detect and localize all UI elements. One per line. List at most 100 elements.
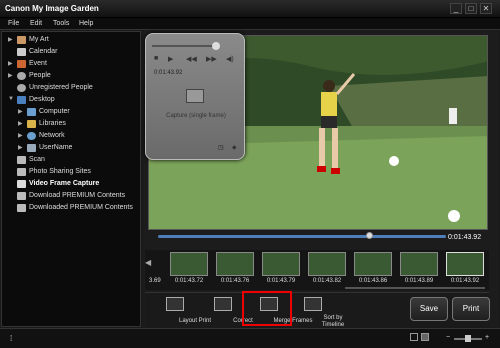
collapse-icon[interactable]: ▼ (8, 96, 14, 102)
view-mode-icon[interactable] (410, 333, 418, 341)
expand-icon[interactable]: ▶ (8, 36, 13, 43)
thumbnail[interactable] (216, 252, 254, 276)
thumbnail-time: 0:01:43.92 (450, 278, 480, 284)
thumbnail-time: 0:01:43.89 (404, 278, 434, 284)
filmstrip-scrollbar[interactable] (345, 287, 485, 289)
capture-panel: ■ ▶ ◀◀ ▶▶ ◀) 0:01:43.92 Capture (single … (145, 33, 245, 160)
sidebar-item-network[interactable]: ▶ Network (2, 131, 140, 142)
sidebar-item-people[interactable]: ▶ People (2, 71, 140, 82)
sidebar-item-label: Network (39, 132, 65, 139)
status-bar: ⁞ − + (0, 328, 500, 348)
sidebar-item-video-frame-capture[interactable]: Video Frame Capture (2, 179, 140, 190)
downloaded-icon (17, 204, 26, 212)
sidebar-item-label: People (29, 72, 51, 79)
network-icon (27, 132, 36, 140)
sidebar-item-label: Scan (29, 156, 45, 163)
sidebar-item-label: Calendar (29, 48, 58, 55)
sidebar-item-unregistered-people[interactable]: Unregistered People (2, 83, 140, 94)
sidebar-item-libraries[interactable]: ▶ Libraries (2, 119, 140, 130)
capture-camera-icon[interactable] (186, 89, 204, 103)
zoom-in-icon[interactable]: + (485, 334, 489, 341)
volume-icon[interactable]: ◀) (226, 55, 234, 63)
menu-tools[interactable]: Tools (53, 20, 69, 27)
partial-thumb-time: 3.69 (149, 278, 161, 284)
timeline-scrub-bar[interactable] (158, 235, 446, 238)
menu-bar: File Edit Tools Help (0, 18, 500, 30)
thumbnail-time: 0:01:43.82 (312, 278, 342, 284)
thumbnail[interactable] (170, 252, 208, 276)
view-grid-icon[interactable] (421, 333, 429, 341)
thumbnail-time: 0:01:43.86 (358, 278, 388, 284)
sidebar-item-download-premium[interactable]: Download PREMIUM Contents (2, 191, 140, 202)
panel-seek-track[interactable] (152, 45, 218, 47)
download-icon (17, 192, 26, 200)
scroll-left-icon[interactable]: ◀ (145, 258, 151, 267)
panel-close-icon[interactable]: ◈ (232, 144, 237, 151)
sidebar-item-computer[interactable]: ▶ Computer (2, 107, 140, 118)
my-art-icon (17, 36, 26, 44)
sidebar-item-label: UserName (39, 144, 73, 151)
sidebar-item-label: Video Frame Capture (29, 180, 100, 187)
menu-edit[interactable]: Edit (30, 20, 42, 27)
zoom-out-icon[interactable]: − (446, 334, 450, 341)
thumbnail[interactable] (354, 252, 392, 276)
save-button[interactable]: Save (410, 297, 448, 321)
sidebar-item-username[interactable]: ▶ UserName (2, 143, 140, 154)
window-title: Canon My Image Garden (5, 4, 99, 13)
minimize-button[interactable]: _ (450, 3, 462, 14)
thumbnail-time: 0:01:43.76 (220, 278, 250, 284)
sidebar-item-label: Unregistered People (29, 84, 93, 91)
panel-seek-knob[interactable] (212, 42, 220, 50)
computer-icon (27, 108, 36, 116)
info-icon[interactable]: ⁞ (10, 334, 12, 343)
thumbnail-time: 0:01:43.79 (266, 278, 296, 284)
layout-print-button[interactable]: Layout Print (155, 293, 211, 329)
correct-icon (214, 297, 232, 311)
close-button[interactable]: ✕ (480, 3, 492, 14)
menu-file[interactable]: File (8, 20, 19, 27)
timeline-scrub-knob[interactable] (366, 232, 373, 239)
expand-icon[interactable]: ▶ (18, 132, 23, 139)
expand-icon[interactable]: ▶ (18, 120, 23, 127)
sidebar-item-calendar[interactable]: Calendar (2, 47, 140, 58)
sort-by-timeline-button[interactable]: Sort by Timeline (293, 293, 344, 329)
expand-icon[interactable]: ▶ (18, 108, 23, 115)
correct-button[interactable]: Correct (203, 293, 253, 329)
current-time: 0:01:43.92 (448, 234, 482, 241)
panel-option-icon[interactable]: ◳ (218, 144, 224, 151)
filmstrip: ◀ 3.69 0:01:43.72 0:01:43.76 0:01:43.79 … (145, 250, 489, 290)
restore-button[interactable]: □ (465, 3, 477, 14)
sidebar-item-label: Downloaded PREMIUM Contents (29, 204, 133, 211)
panel-time: 0:01:43.92 (154, 70, 183, 76)
sidebar: ▶ My Art Calendar ▶ Event ▶ People Unreg… (1, 31, 141, 327)
sidebar-item-my-art[interactable]: ▶ My Art (2, 35, 140, 46)
play-icon[interactable]: ▶ (168, 55, 173, 63)
thumbnail[interactable] (308, 252, 346, 276)
stop-icon[interactable]: ■ (154, 55, 158, 62)
sidebar-item-downloaded-premium[interactable]: Downloaded PREMIUM Contents (2, 203, 140, 214)
step-forward-icon[interactable]: ▶▶ (206, 55, 217, 63)
menu-help[interactable]: Help (79, 20, 93, 27)
sidebar-item-photo-sharing-sites[interactable]: Photo Sharing Sites (2, 167, 140, 178)
thumbnail[interactable] (400, 252, 438, 276)
expand-icon[interactable]: ▶ (18, 144, 23, 151)
sidebar-item-event[interactable]: ▶ Event (2, 59, 140, 70)
thumbnail[interactable] (262, 252, 300, 276)
sidebar-item-label: Photo Sharing Sites (29, 168, 91, 175)
step-back-icon[interactable]: ◀◀ (186, 55, 197, 63)
event-icon (17, 60, 26, 68)
sidebar-item-scan[interactable]: Scan (2, 155, 140, 166)
expand-icon[interactable]: ▶ (8, 72, 13, 79)
video-capture-icon (17, 180, 26, 188)
zoom-slider-knob[interactable] (465, 335, 471, 342)
expand-icon[interactable]: ▶ (8, 60, 13, 67)
sidebar-item-desktop[interactable]: ▼ Desktop (2, 95, 140, 106)
sidebar-item-label: Libraries (39, 120, 66, 127)
photo-sharing-icon (17, 168, 26, 176)
desktop-icon (17, 96, 26, 104)
print-button[interactable]: Print (452, 297, 490, 321)
calendar-icon (17, 48, 26, 56)
sidebar-item-label: Desktop (29, 96, 55, 103)
capture-single-frame-label: Capture (single frame) (166, 113, 226, 119)
thumbnail-selected[interactable] (446, 252, 484, 276)
